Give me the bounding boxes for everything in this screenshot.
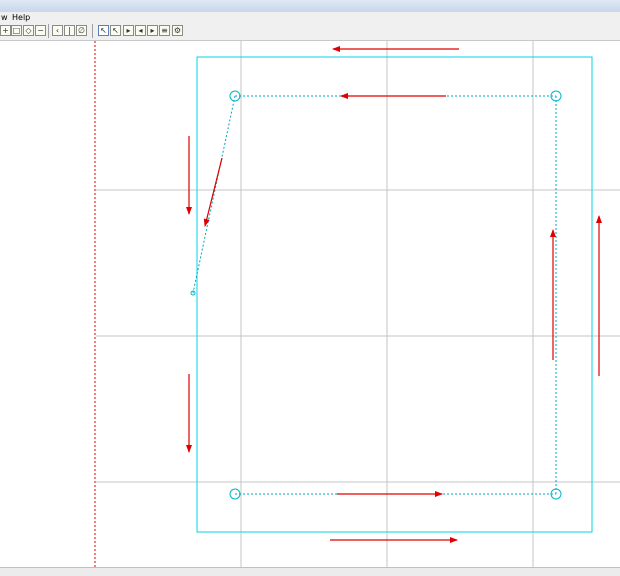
menu-view[interactable]: w <box>1 12 8 23</box>
toolbar-separator <box>92 24 93 38</box>
line-tool-icon[interactable]: | <box>64 25 75 36</box>
zoom-in-icon[interactable]: + <box>0 25 11 36</box>
select-pointer-icon[interactable]: ↖ <box>98 25 109 36</box>
menu-bar: w Help <box>0 12 620 23</box>
arrow-path-diagonal <box>203 157 223 227</box>
step-end-icon[interactable]: ▸ <box>147 25 158 36</box>
direction-arrows <box>186 46 602 543</box>
step-forward-icon[interactable]: ▸ <box>123 25 134 36</box>
toolbar: + □ ◇ − ‹ | ∅ ↖ ↖ ▸ ◂ ▸ ≡ ⚙ <box>0 23 620 41</box>
toolpath-settings-icon[interactable]: ⚙ <box>172 25 183 36</box>
menu-help[interactable]: Help <box>12 12 30 23</box>
step-align-icon[interactable]: ≡ <box>159 25 170 36</box>
step-start-icon[interactable]: ◂ <box>135 25 146 36</box>
select-node-icon[interactable]: ↖ <box>110 25 121 36</box>
polyline-tool-icon[interactable]: ‹ <box>52 25 63 36</box>
toolpath[interactable] <box>192 95 557 495</box>
zoom-extents-icon[interactable]: ◇ <box>23 25 34 36</box>
toolpath-nodes[interactable] <box>190 90 562 500</box>
drawing-canvas[interactable] <box>0 41 620 567</box>
grid <box>96 41 620 567</box>
zoom-window-icon[interactable]: □ <box>11 25 22 36</box>
toolbar-separator <box>48 24 49 38</box>
erase-tool-icon[interactable]: ∅ <box>76 25 87 36</box>
zoom-out-icon[interactable]: − <box>35 25 46 36</box>
